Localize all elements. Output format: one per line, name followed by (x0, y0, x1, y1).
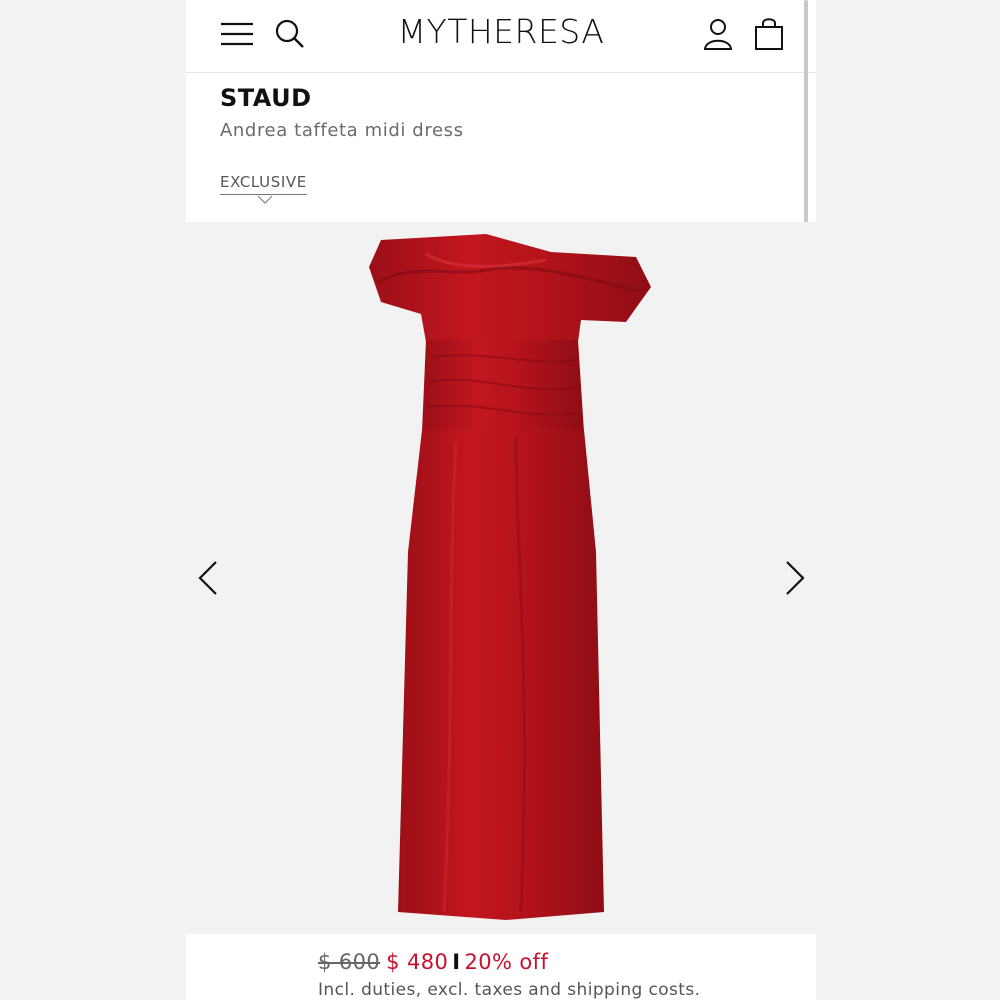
price-line: $ 600 $ 480 I 20% off (318, 950, 548, 974)
exclusive-badge: EXCLUSIVE (220, 173, 307, 195)
caret-down-icon (258, 196, 272, 204)
account-icon[interactable] (700, 16, 736, 52)
original-price: $ 600 (318, 950, 381, 974)
product-image (369, 234, 651, 920)
shopping-bag-icon[interactable] (751, 16, 787, 52)
price-separator: I (452, 950, 461, 974)
price-section: $ 600 $ 480 I 20% off Incl. duties, excl. t… (186, 934, 816, 1000)
product-brand[interactable]: STAUD (220, 84, 312, 112)
product-name: Andrea taffeta midi dress (220, 120, 464, 141)
scrollbar[interactable] (804, 0, 808, 224)
duties-note: Incl. duties, excl. taxes and shipping c… (318, 980, 701, 1000)
previous-arrow-icon[interactable] (196, 560, 220, 596)
backdrop-left (0, 0, 186, 1000)
next-arrow-icon[interactable] (783, 560, 807, 596)
site-header: MYTHERESA (186, 0, 816, 73)
discount-label: 20% off (464, 950, 549, 974)
dress-illustration (369, 234, 651, 920)
sale-price: $ 480 (386, 950, 449, 974)
product-page: MYTHERESA STAUD Andrea taffeta midi dres… (186, 0, 816, 1000)
backdrop-right (816, 0, 1000, 1000)
product-image-gallery[interactable] (186, 222, 816, 934)
